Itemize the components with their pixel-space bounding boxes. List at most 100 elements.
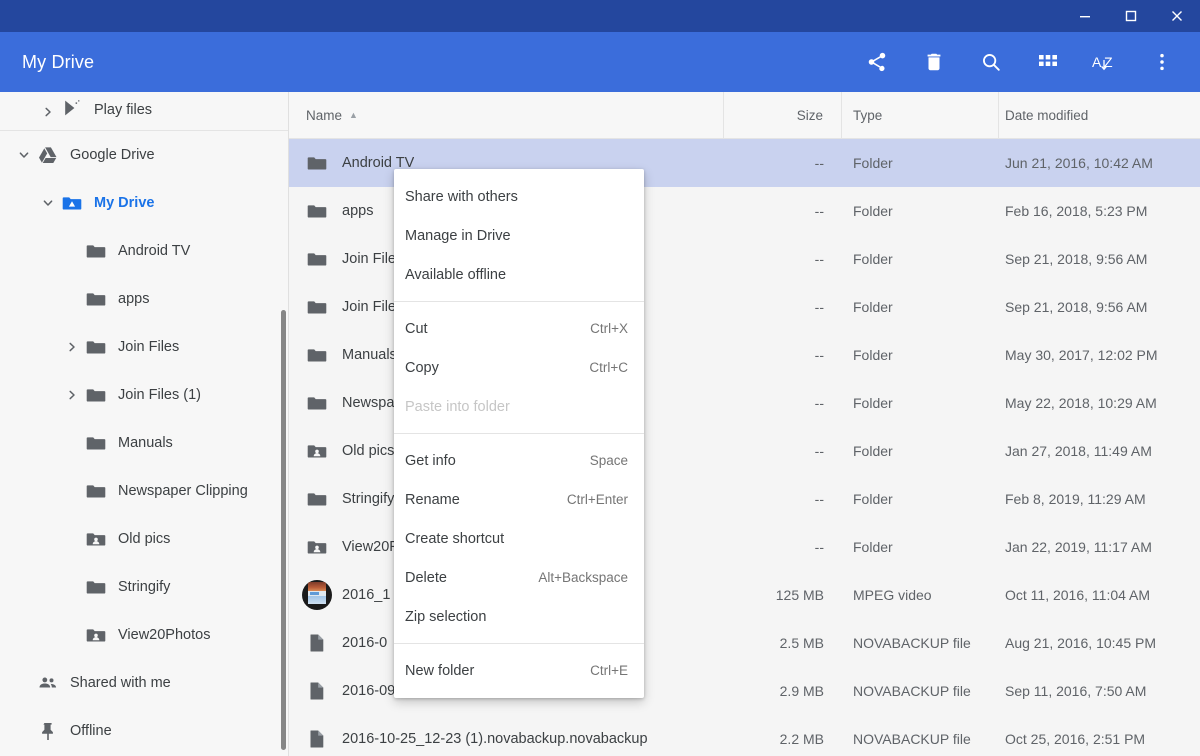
context-menu-item-get-info[interactable]: Get info Space [394,441,644,480]
column-header-type[interactable]: Type [842,91,999,139]
file-size-cell: -- [814,155,824,171]
sidebar-item-label: Join Files [118,339,180,355]
chevron-down-icon[interactable] [12,149,36,161]
sidebar-item-manuals[interactable]: Manuals [0,419,288,467]
sidebar-item-google-drive[interactable]: Google Drive [0,131,288,179]
file-date-cell: Feb 16, 2018, 5:23 PM [1005,203,1148,219]
context-menu-item-label: New folder [405,662,475,679]
file-type-cell: NOVABACKUP file [853,635,971,651]
context-menu-item-label: Manage in Drive [405,227,511,244]
folder-icon [306,200,328,222]
file-name-label: 2016-0 [342,635,388,651]
file-date-cell: Oct 25, 2016, 2:51 PM [1005,731,1146,747]
column-header-size[interactable]: Size [724,91,842,139]
file-type-cell: Folder [853,539,893,555]
context-menu-item-create-shortcut[interactable]: Create shortcut [394,519,644,558]
column-header-date-modified[interactable]: Date modified [999,92,1200,139]
sidebar-item-label: View20Photos [118,627,211,643]
sidebar-item-join-files[interactable]: Join Files [0,323,288,371]
context-menu-item-label: Rename [405,491,460,508]
context-menu-item-manage-in-drive[interactable]: Manage in Drive [394,216,644,255]
title-bar [0,0,1200,32]
chevron-right-icon[interactable] [60,389,84,401]
context-menu-item-shortcut: Ctrl+Enter [566,492,628,507]
sidebar-item-newspaper-clipping[interactable]: Newspaper Clipping [0,467,288,515]
folder-icon [84,241,108,261]
folder-icon [306,248,328,270]
share-icon [866,51,888,73]
context-menu-item-zip-selection[interactable]: Zip selection [394,597,644,636]
file-size-cell: 2.9 MB [779,683,824,699]
file-date-cell: May 22, 2018, 10:29 AM [1005,395,1157,411]
context-menu-item-new-folder[interactable]: New folder Ctrl+E [394,651,644,690]
file-type-cell: Folder [853,347,893,363]
context-menu-item-delete[interactable]: Delete Alt+Backspace [394,558,644,597]
context-menu-item-label: Create shortcut [405,530,505,547]
more-options-button[interactable] [1133,32,1190,92]
chevron-right-icon[interactable] [60,341,84,353]
sidebar-item-my-drive[interactable]: My Drive [0,179,288,227]
sidebar-item-view20photos[interactable]: View20Photos [0,611,288,659]
share-button[interactable] [848,32,905,92]
folder-icon [84,481,108,501]
file-size-cell: -- [814,539,824,555]
delete-button[interactable] [905,32,962,92]
grid-view-button[interactable] [1019,32,1076,92]
toolbar-actions: A Z [848,32,1200,92]
folder-icon [306,488,328,510]
context-menu-item-available-offline[interactable]: Available offline [394,255,644,294]
context-menu-item-cut[interactable]: Cut Ctrl+X [394,309,644,348]
context-menu-item-label: Copy [405,359,439,376]
sidebar-item-shared-with-me[interactable]: Shared with me [0,659,288,707]
sidebar-item-offline[interactable]: Offline [0,707,288,755]
people-icon [36,673,60,693]
sidebar-item-join-files-1[interactable]: Join Files (1) [0,371,288,419]
context-menu-item-label: Cut [405,320,428,337]
context-menu-item-rename[interactable]: Rename Ctrl+Enter [394,480,644,519]
context-menu-separator [394,301,644,302]
context-menu-item-shortcut: Ctrl+C [589,360,628,375]
file-size-cell: -- [814,491,824,507]
table-row[interactable]: 2016-10-25_12-23 (1).novabackup.novaback… [289,715,1200,756]
file-icon [306,632,328,654]
sidebar-item-play-files[interactable]: Play files [0,92,288,118]
close-button[interactable] [1154,0,1200,32]
file-date-cell: Sep 21, 2018, 9:56 AM [1005,251,1148,267]
sidebar-item-label: Google Drive [70,147,155,163]
file-type-cell: NOVABACKUP file [853,731,971,747]
shared-folder-icon [306,536,328,558]
folder-icon [84,337,108,357]
file-date-cell: Jun 21, 2016, 10:42 AM [1005,155,1153,171]
context-menu-item-shortcut: Space [589,453,628,468]
context-menu-separator [394,643,644,644]
shared-folder-icon [306,440,328,462]
context-menu-separator [394,433,644,434]
video-thumbnail-icon [302,580,332,610]
sort-az-button[interactable]: A Z [1076,32,1133,92]
sidebar-item-stringify[interactable]: Stringify [0,563,288,611]
sidebar-scrollbar-thumb[interactable] [281,310,286,750]
file-size-cell: 2.5 MB [779,635,824,651]
sidebar-item-apps[interactable]: apps [0,275,288,323]
file-size-cell: -- [814,299,824,315]
file-name-label: Manuals [342,347,397,363]
chevron-right-icon[interactable] [36,106,60,118]
maximize-button[interactable] [1108,0,1154,32]
context-menu-item-copy[interactable]: Copy Ctrl+C [394,348,644,387]
search-button[interactable] [962,32,1019,92]
sidebar-item-old-pics[interactable]: Old pics [0,515,288,563]
shared-folder-icon [84,625,108,645]
sidebar-item-android-tv[interactable]: Android TV [0,227,288,275]
context-menu-item-shortcut: Ctrl+E [590,663,628,678]
folder-icon [84,577,108,597]
minimize-button[interactable] [1062,0,1108,32]
column-header-name[interactable]: Name ▲ [289,91,724,139]
file-date-cell: Jan 27, 2018, 11:49 AM [1005,443,1152,459]
file-type-cell: Folder [853,203,893,219]
sidebar-item-label: Old pics [118,531,171,547]
context-menu-item-label: Zip selection [405,608,487,625]
chevron-down-icon[interactable] [36,197,60,209]
play-files-icon [60,98,84,118]
delete-icon [923,51,945,73]
context-menu-item-share-with-others[interactable]: Share with others [394,177,644,216]
